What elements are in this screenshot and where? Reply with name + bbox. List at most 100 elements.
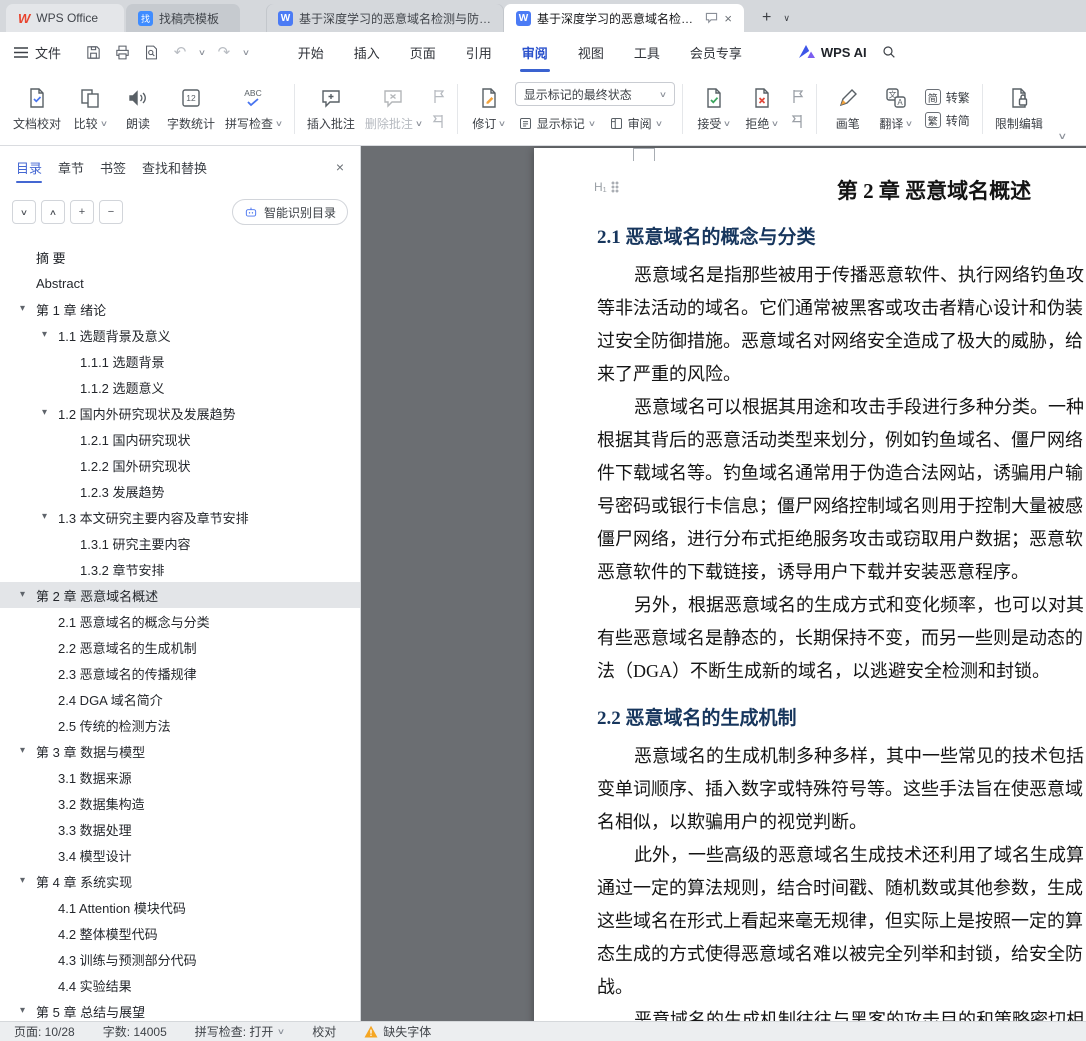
redo-icon[interactable]: ↷ — [214, 42, 234, 62]
toc-item[interactable]: 3.4 模型设计 — [0, 842, 360, 868]
tab-list-caret-icon[interactable]: ∨ — [777, 4, 796, 32]
close-tab-icon[interactable]: × — [724, 11, 732, 26]
doc-text-line[interactable]: 名相似，以欺骗用户的视觉判断。 — [597, 806, 1086, 839]
doc-text-line[interactable]: 根据其背后的恶意活动类型来划分，例如钓鱼域名、僵尸网络 — [597, 424, 1086, 457]
menu-tab-insert[interactable]: 插入 — [339, 32, 395, 72]
menu-tab-reference[interactable]: 引用 — [451, 32, 507, 72]
expand-triangle-icon[interactable]: ▾ — [20, 875, 25, 886]
toc-item[interactable]: 4.3 训练与预测部分代码 — [0, 946, 360, 972]
toc-expand-down-button[interactable]: ∨ — [12, 200, 36, 224]
accept-button[interactable]: 接受 ∨ — [690, 77, 738, 141]
undo-caret-icon[interactable]: ∨ — [198, 48, 206, 57]
insert-comment-button[interactable]: 插入批注 — [302, 77, 360, 141]
save-icon[interactable] — [83, 42, 103, 62]
doc-text-line[interactable]: 过安全防御措施。恶意域名对网络安全造成了极大的威胁，给 — [597, 325, 1086, 358]
markup-state-select[interactable]: 显示标记的最终状态 ∨ — [514, 82, 675, 106]
wps-ai-button[interactable]: WPS AI — [798, 45, 867, 60]
toc-collapse-up-button[interactable]: ∧ — [41, 200, 65, 224]
drag-dots-icon[interactable] — [610, 181, 619, 193]
doc-text-line[interactable]: 有些恶意域名是静态的，长期保持不变，而另一些则是动态的 — [597, 622, 1086, 655]
expand-triangle-icon[interactable]: ▾ — [42, 511, 47, 522]
expand-triangle-icon[interactable]: ▾ — [20, 1005, 25, 1016]
restrict-edit-button[interactable]: 限制编辑 — [990, 77, 1048, 141]
doc-proof-button[interactable]: 文档校对 — [8, 77, 66, 141]
track-changes-button[interactable]: 修订 ∨ — [465, 77, 513, 141]
missing-font-warning[interactable]: 缺失字体 — [364, 1023, 431, 1040]
sidebar-tab-toc[interactable]: 目录 — [16, 146, 43, 188]
pen-button[interactable]: 画笔 — [824, 77, 872, 141]
to-simplified-button[interactable]: 繁 转简 — [924, 112, 970, 129]
collapse-ribbon-icon[interactable]: ∨ — [1058, 131, 1068, 142]
toc-item[interactable]: ▾ 1.3 本文研究主要内容及章节安排 — [0, 504, 360, 530]
heading-drag-handle[interactable]: H₁ — [594, 180, 619, 194]
toc-item[interactable]: 1.1.2 选题意义 — [0, 374, 360, 400]
to-traditional-button[interactable]: 简 转繁 — [924, 89, 970, 106]
spell-check-button[interactable]: ABC 拼写检查 ∨ — [220, 77, 287, 141]
toc-zoom-in-button[interactable]: + — [70, 200, 94, 224]
toc-zoom-out-button[interactable]: − — [99, 200, 123, 224]
menu-tab-membership[interactable]: 会员专享 — [675, 32, 757, 72]
toc-item[interactable]: 摘 要 — [0, 244, 360, 270]
toc-item[interactable]: 1.2.2 国外研究现状 — [0, 452, 360, 478]
doc-section-heading[interactable]: 2.2 恶意域名的生成机制 — [597, 704, 1086, 734]
document-page[interactable]: H₁ 第 2 章 恶意域名概述 2.1 恶意域名的概念与分类 恶意域名是指那些被用… — [534, 148, 1086, 1021]
word-count-button[interactable]: 12 字数统计 — [162, 77, 220, 141]
doc-text-line[interactable]: 通过一定的算法规则，结合时间戳、随机数或其他参数，生成 — [597, 872, 1086, 905]
toc-item[interactable]: 2.3 恶意域名的传播规律 — [0, 660, 360, 686]
toc-item[interactable]: 3.1 数据来源 — [0, 764, 360, 790]
doc-text-line[interactable]: 恶意域名的生成机制往往与黑客的攻击目的和策略密切相 — [597, 1004, 1086, 1021]
menu-tab-tools[interactable]: 工具 — [619, 32, 675, 72]
delete-comment-button[interactable]: 删除批注 ∨ — [360, 77, 427, 141]
doc-text-line[interactable]: 战。 — [597, 971, 1086, 1004]
close-sidebar-icon[interactable]: × — [336, 159, 344, 175]
expand-triangle-icon[interactable]: ▾ — [20, 745, 25, 756]
toc-item[interactable]: ▾ 第 1 章 绪论 — [0, 296, 360, 322]
toc-item[interactable]: 1.2.3 发展趋势 — [0, 478, 360, 504]
tab-document-1[interactable]: W 基于深度学习的恶意域名检测与防御... — [266, 4, 504, 32]
toc-item[interactable]: 4.2 整体模型代码 — [0, 920, 360, 946]
toc-item[interactable]: ▾ 第 3 章 数据与模型 — [0, 738, 360, 764]
doc-chapter-title[interactable]: 第 2 章 恶意域名概述 — [597, 148, 1086, 207]
doc-text-line[interactable]: 这些域名在形式上看起来毫无规律，但实际上是按照一定的算 — [597, 905, 1086, 938]
toc-item[interactable]: Abstract — [0, 270, 360, 296]
toc-item[interactable]: ▾ 1.2 国内外研究现状及发展趋势 — [0, 400, 360, 426]
review-pane-button[interactable]: 审阅 ∨ — [606, 111, 665, 135]
page-indicator[interactable]: 页面: 10/28 — [14, 1023, 75, 1040]
expand-triangle-icon[interactable]: ▾ — [20, 589, 25, 600]
proofread-button[interactable]: 校对 — [312, 1023, 336, 1040]
redo-caret-icon[interactable]: ∨ — [242, 48, 250, 57]
toc-item[interactable]: 2.2 恶意域名的生成机制 — [0, 634, 360, 660]
toc-item[interactable]: 3.3 数据处理 — [0, 816, 360, 842]
word-count-indicator[interactable]: 字数: 14005 — [103, 1023, 167, 1040]
toc-item[interactable]: 1.1.1 选题背景 — [0, 348, 360, 374]
expand-triangle-icon[interactable]: ▾ — [42, 407, 47, 418]
doc-text-line[interactable]: 变单词顺序、插入数字或特殊符号等。这些手法旨在使恶意域 — [597, 773, 1086, 806]
reject-button[interactable]: 拒绝 ∨ — [738, 77, 786, 141]
next-revision-flag-icon[interactable] — [791, 114, 804, 129]
sidebar-tab-sections[interactable]: 章节 — [58, 146, 84, 188]
sidebar-tab-find-replace[interactable]: 查找和替换 — [142, 146, 207, 188]
doc-text-line[interactable]: 恶意域名是指那些被用于传播恶意软件、执行网络钓鱼攻 — [597, 259, 1086, 292]
new-tab-button[interactable]: + — [756, 4, 777, 32]
doc-text-line[interactable]: 恶意域名可以根据其用途和攻击手段进行多种分类。一种 — [597, 391, 1086, 424]
doc-text-line[interactable]: 号密码或银行卡信息；僵尸网络控制域名则用于控制大量被感 — [597, 490, 1086, 523]
undo-icon[interactable]: ↶ — [170, 42, 190, 62]
menu-tab-home[interactable]: 开始 — [283, 32, 339, 72]
toc-item[interactable]: 1.3.2 章节安排 — [0, 556, 360, 582]
doc-text-line[interactable]: 恶意域名的生成机制多种多样，其中一些常见的技术包括 — [597, 740, 1086, 773]
doc-text-line[interactable]: 恶意软件的下载链接，诱导用户下载并安装恶意程序。 — [597, 556, 1086, 589]
doc-text-line[interactable]: 另外，根据恶意域名的生成方式和变化频率，也可以对其 — [597, 589, 1086, 622]
tab-document-2-active[interactable]: W 基于深度学习的恶意域名检测... × — [504, 4, 744, 32]
print-icon[interactable] — [112, 42, 132, 62]
previous-comment-flag-icon[interactable] — [432, 89, 445, 104]
toc-item[interactable]: ▾ 第 5 章 总结与展望 — [0, 998, 360, 1021]
doc-text-line[interactable]: 来了严重的风险。 — [597, 358, 1086, 391]
file-menu-button[interactable]: 文件 — [14, 43, 61, 62]
expand-triangle-icon[interactable]: ▾ — [20, 303, 25, 314]
smart-toc-button[interactable]: 智能识别目录 — [231, 199, 348, 225]
toc-item[interactable]: ▾ 1.1 选题背景及意义 — [0, 322, 360, 348]
doc-text-line[interactable]: 件下载域名等。钓鱼域名通常用于伪造合法网站，诱骗用户输 — [597, 457, 1086, 490]
translate-button[interactable]: 文A 翻译 ∨ — [872, 77, 920, 141]
doc-text-line[interactable]: 法（DGA）不断生成新的域名，以逃避安全检测和封锁。 — [597, 655, 1086, 688]
doc-text-line[interactable]: 态生成的方式使得恶意域名难以被完全列举和封锁，给安全防 — [597, 938, 1086, 971]
